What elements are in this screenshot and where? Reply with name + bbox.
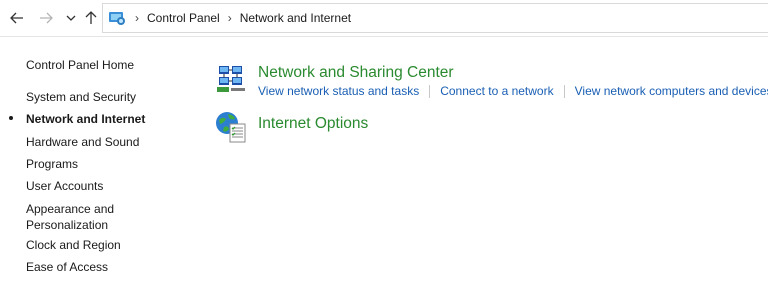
arrow-up-icon: [85, 11, 97, 24]
back-button[interactable]: [8, 9, 26, 27]
sidebar-item-ease-of-access[interactable]: Ease of Access: [26, 259, 108, 275]
forward-button[interactable]: [37, 9, 55, 27]
task-divider: [429, 84, 431, 98]
internet-options-link[interactable]: Internet Options: [258, 115, 368, 133]
up-button[interactable]: [82, 9, 100, 27]
recent-locations-button[interactable]: [62, 9, 80, 27]
address-bar[interactable]: › Control Panel › Network and Internet: [102, 3, 768, 33]
breadcrumb-network-and-internet[interactable]: Network and Internet: [240, 12, 351, 24]
sidebar-item-label-line2: Personalization: [26, 218, 109, 232]
chevron-down-icon: [66, 15, 76, 21]
active-indicator-bullet: [9, 116, 13, 120]
breadcrumb-separator: ›: [135, 11, 139, 25]
sidebar-item-programs[interactable]: Programs: [26, 156, 78, 172]
network-sharing-tasks: View network status and tasks Connect to…: [258, 84, 768, 98]
network-and-sharing-center-link[interactable]: Network and Sharing Center: [258, 64, 454, 82]
sidebar-item-label-line1: Appearance and: [26, 202, 115, 216]
control-panel-icon: [107, 8, 127, 28]
sidebar-item-user-accounts[interactable]: User Accounts: [26, 178, 103, 194]
view-network-status-link[interactable]: View network status and tasks: [258, 84, 419, 98]
network-sharing-center-icon[interactable]: [215, 64, 249, 98]
sidebar-item-appearance-and-personalization[interactable]: Appearance and Personalization: [26, 201, 114, 233]
task-divider: [563, 84, 565, 98]
sidebar-item-control-panel-home[interactable]: Control Panel Home: [26, 57, 134, 73]
sidebar-item-network-and-internet[interactable]: Network and Internet: [26, 111, 145, 127]
sidebar-item-system-and-security[interactable]: System and Security: [26, 89, 136, 105]
internet-options-icon[interactable]: [214, 110, 248, 144]
navigation-toolbar: › Control Panel › Network and Internet: [0, 0, 768, 37]
arrow-right-icon: [40, 12, 53, 24]
breadcrumb-control-panel[interactable]: Control Panel: [147, 12, 220, 24]
sidebar-item-clock-and-region[interactable]: Clock and Region: [26, 237, 121, 253]
arrow-left-icon: [10, 12, 23, 24]
sidebar-item-hardware-and-sound[interactable]: Hardware and Sound: [26, 134, 139, 150]
breadcrumb-separator: ›: [227, 11, 232, 25]
view-network-computers-link[interactable]: View network computers and devices: [575, 84, 768, 98]
connect-to-network-link[interactable]: Connect to a network: [440, 84, 553, 98]
